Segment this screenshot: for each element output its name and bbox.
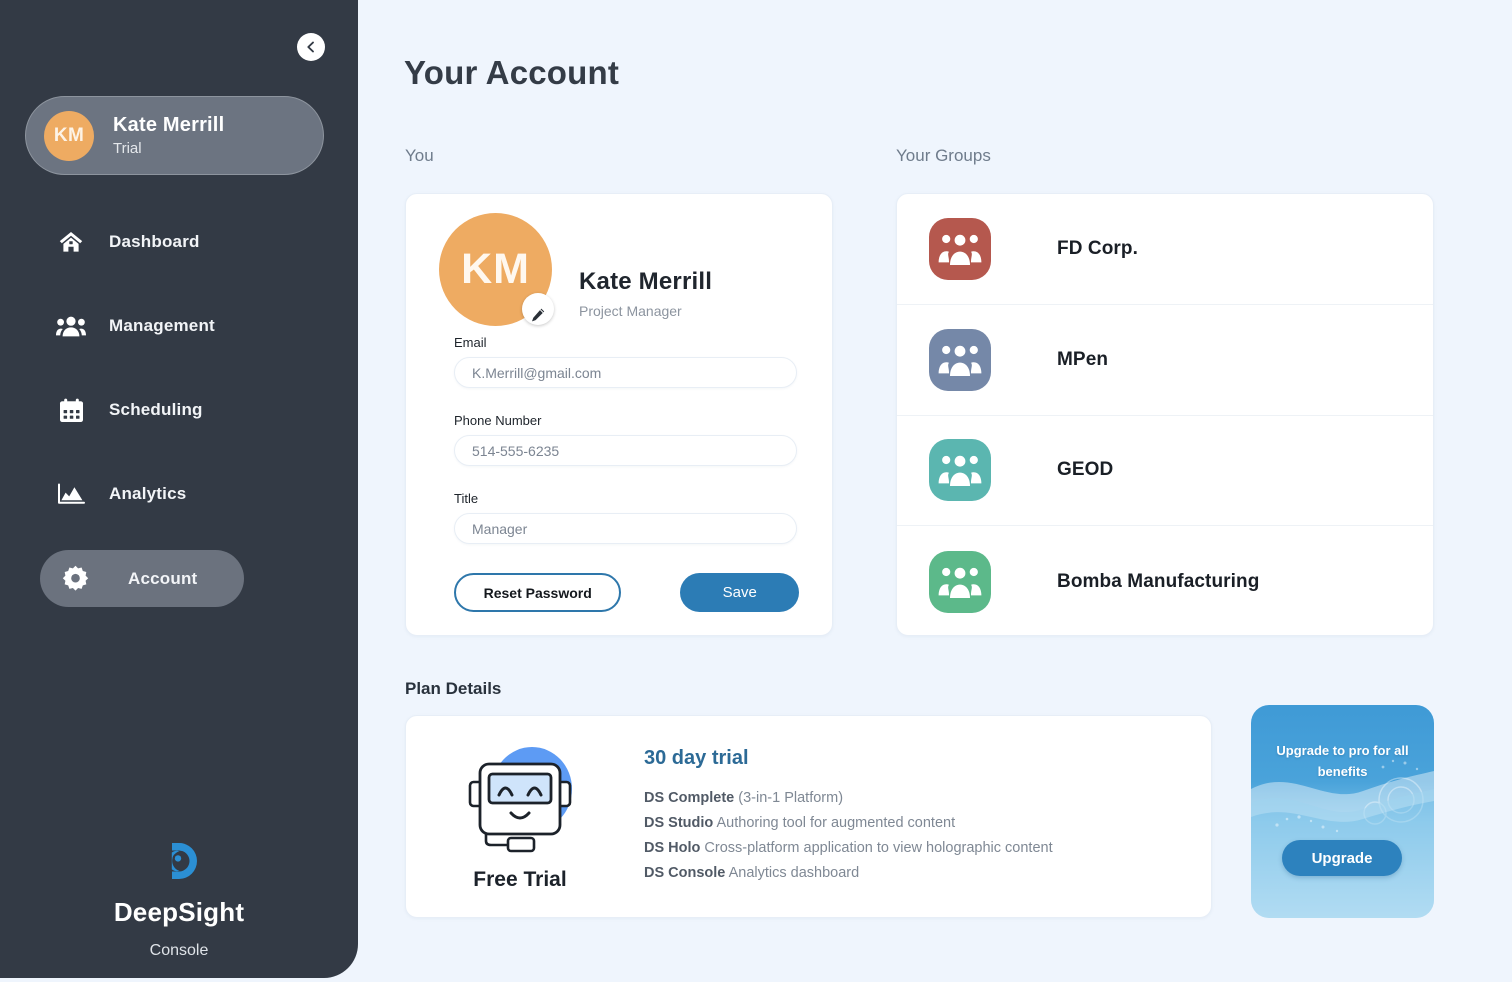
group-name: MPen (1057, 348, 1109, 370)
main-content: Your Account You Your Groups Plan Detail… (358, 0, 1512, 982)
brand-name: DeepSight (113, 897, 245, 927)
plan-feature-name: DS Holo (644, 840, 701, 856)
sidebar-item-label: Dashboard (109, 232, 200, 251)
sidebar: KM Kate Merrill Trial Dashboard Manageme… (0, 0, 358, 978)
deepsight-eye-logo (157, 839, 201, 888)
title-input[interactable] (454, 513, 797, 544)
brand-subtitle: Console (149, 942, 209, 959)
group-row[interactable]: MPen (897, 305, 1433, 416)
sidebar-item-label: Scheduling (109, 400, 203, 419)
account-header: KM Kate Merrill Project Manager (406, 194, 832, 326)
group-people-icon (929, 550, 991, 613)
plan-feature-name: DS Studio (644, 815, 714, 831)
group-name: Bomba Manufacturing (1057, 570, 1260, 592)
chevron-left-icon (304, 40, 318, 54)
upgrade-button[interactable]: Upgrade (1282, 840, 1402, 876)
sidebar-item-dashboard[interactable]: Dashboard (0, 214, 358, 270)
save-button[interactable]: Save (680, 573, 799, 612)
reset-password-button[interactable]: Reset Password (454, 573, 622, 612)
sidebar-item-label: Management (109, 316, 215, 335)
account-identity: Kate Merrill Project Manager (579, 268, 712, 326)
avatar: KM (44, 110, 94, 161)
plan-feature-desc: (3-in-1 Platform) (738, 790, 844, 806)
plan-details-card: Free Trial 30 day trial DS Complete (3-i… (405, 715, 1212, 918)
sidebar-item-analytics[interactable]: Analytics (0, 466, 358, 522)
plan-feature-desc: Analytics dashboard (728, 865, 860, 881)
plan-title: 30 day trial (644, 747, 749, 769)
groups-card: FD Corp. MPen GEOD Bomba Manufacturing (896, 193, 1434, 636)
sidebar-item-label: Analytics (109, 484, 187, 503)
title-field-group: Title (454, 491, 797, 544)
email-field-group: Email (454, 335, 797, 388)
users-icon (48, 315, 94, 337)
account-name: Kate Merrill (579, 268, 713, 295)
brand-footer: DeepSight Console (0, 839, 358, 960)
plan-feature: DS Holo Cross-platform application to vi… (644, 836, 1053, 861)
sidebar-collapse-button[interactable] (297, 33, 325, 61)
plan-feature-name: DS Console (644, 865, 726, 881)
account-avatar: KM (439, 213, 554, 326)
sidebar-user-card[interactable]: KM Kate Merrill Trial (25, 96, 324, 175)
account-avatar-initials: KM (461, 245, 530, 293)
phone-field-group: Phone Number (454, 413, 797, 466)
group-people-icon (929, 217, 991, 280)
email-field-label: Email (454, 335, 487, 350)
calendar-icon (48, 398, 94, 423)
email-input[interactable] (454, 357, 797, 388)
sidebar-user-name: Kate Merrill (113, 114, 225, 136)
plan-feature: DS Complete (3-in-1 Platform) (644, 786, 1053, 811)
plan-visual-label: Free Trial (473, 868, 567, 891)
sidebar-user-plan: Trial (113, 140, 142, 157)
sidebar-item-management[interactable]: Management (0, 298, 358, 354)
sidebar-item-account[interactable]: Account (40, 550, 244, 607)
sidebar-user-meta: Kate Merrill Trial (113, 114, 224, 157)
group-people-icon (929, 328, 991, 391)
plan-feature: DS Studio Authoring tool for augmented c… (644, 811, 1053, 836)
sidebar-item-label: Account (128, 568, 198, 588)
plan-feature-desc: Cross-platform application to view holog… (704, 840, 1053, 856)
account-card: KM Kate Merrill Project Manager Email K.… (405, 193, 833, 636)
plan-feature-name: DS Complete (644, 790, 735, 806)
home-icon (48, 230, 94, 254)
section-label-you: You (405, 146, 434, 165)
group-name: GEOD (1057, 459, 1114, 481)
wave-decoration (1251, 705, 1434, 918)
sidebar-nav: Dashboard Management Scheduling Analytic… (0, 214, 358, 635)
title-field-label: Title (454, 491, 479, 506)
avatar-edit-button[interactable] (522, 293, 554, 325)
upgrade-headline: Upgrade to pro for all benefits (1276, 743, 1409, 779)
group-row[interactable]: FD Corp. (897, 194, 1433, 305)
section-label-groups: Your Groups (896, 146, 991, 165)
phone-input[interactable] (454, 435, 797, 466)
plan-feature: DS Console Analytics dashboard (644, 861, 1053, 886)
robot-mascot-icon (458, 741, 582, 862)
plan-feature-desc: Authoring tool for augmented content (716, 815, 956, 831)
group-row[interactable]: Bomba Manufacturing (897, 526, 1433, 635)
plan-info: 30 day trial DS Complete (3-in-1 Platfor… (644, 747, 1053, 886)
sidebar-item-scheduling[interactable]: Scheduling (0, 382, 358, 438)
account-page: KM Kate Merrill Trial Dashboard Manageme… (0, 0, 1512, 982)
group-people-icon (929, 439, 991, 502)
account-actions: Reset Password Save (454, 573, 799, 612)
section-label-plan: Plan Details (405, 679, 502, 698)
plan-visual: Free Trial (420, 741, 620, 892)
group-row[interactable]: GEOD (897, 416, 1433, 527)
phone-field-label: Phone Number (454, 413, 542, 428)
chart-area-icon (48, 483, 94, 505)
page-title: Your Account (404, 54, 620, 91)
account-role: Project Manager (579, 303, 682, 319)
group-name: FD Corp. (1057, 237, 1139, 259)
upgrade-card[interactable]: Upgrade to pro for all benefits Upgrade (1251, 705, 1434, 918)
pencil-icon (530, 285, 546, 334)
gear-icon (52, 565, 98, 592)
